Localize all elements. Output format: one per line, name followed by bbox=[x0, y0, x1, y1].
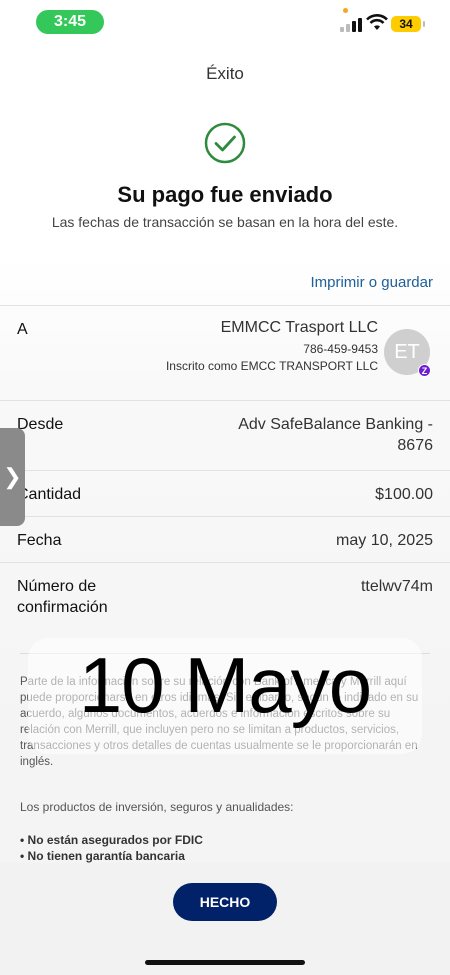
wifi-icon bbox=[366, 14, 388, 30]
confirmation-number-value: ttelwv74m bbox=[360, 578, 433, 595]
detail-row-to: A EMMCC Trasport LLC 786-459-9453 Inscri… bbox=[0, 305, 450, 389]
investment-disclaimer-heading: Los productos de inversión, seguros y an… bbox=[20, 800, 294, 814]
date-label: Fecha bbox=[17, 532, 62, 549]
payee-phone: 786-459-9453 bbox=[303, 342, 378, 356]
date-value: may 10, 2025 bbox=[336, 532, 433, 549]
status-bar: 3:45 34 bbox=[0, 0, 450, 48]
amount-value: $100.00 bbox=[375, 486, 433, 503]
done-button[interactable]: HECHO bbox=[173, 883, 277, 921]
confirmation-headline: Su pago fue enviado bbox=[117, 182, 333, 207]
print-or-save-link[interactable]: Imprimir o guardar bbox=[310, 274, 433, 291]
footer: HECHO bbox=[0, 863, 450, 975]
confirmation-number-label: Número de confirmación bbox=[17, 578, 108, 616]
camera-indicator-icon bbox=[343, 8, 348, 13]
date-overlay-text: 10 Mayo bbox=[78, 641, 372, 729]
payee-enrolled-name: Inscrito como EMCC TRANSPORT LLC bbox=[165, 359, 378, 373]
payee-name: EMMCC Trasport LLC bbox=[220, 319, 378, 336]
detail-row-date: Fecha may 10, 2025 bbox=[0, 516, 450, 562]
detail-row-from: Desde Adv SafeBalance Banking - 8676 bbox=[0, 400, 450, 470]
investment-disclaimer-list: • No están asegurados por FDIC • No tien… bbox=[20, 832, 203, 863]
status-time: 3:45 bbox=[36, 10, 104, 34]
battery-icon: 34 bbox=[391, 16, 425, 32]
amount-label: Cantidad bbox=[17, 486, 82, 503]
page-title: Éxito bbox=[206, 64, 244, 83]
detail-row-confirmation: Número de confirmación ttelwv74m bbox=[0, 562, 450, 632]
cellular-signal-icon bbox=[340, 18, 364, 32]
zelle-icon: Z bbox=[418, 364, 431, 377]
timezone-note: Las fechas de transacción se basan en la… bbox=[51, 214, 399, 230]
home-indicator[interactable] bbox=[145, 960, 305, 965]
from-account: Adv SafeBalance Banking - 8676 bbox=[238, 416, 433, 454]
success-check-icon bbox=[204, 122, 246, 164]
payment-confirmation: Éxito Su pago fue enviado Las fechas de … bbox=[0, 48, 450, 863]
detail-row-amount: Cantidad $100.00 bbox=[0, 470, 450, 516]
list-item: • No están asegurados por FDIC bbox=[20, 833, 203, 847]
to-label: A bbox=[17, 321, 28, 338]
side-panel-handle[interactable]: ❯ bbox=[0, 428, 25, 526]
list-item: • No tienen garantía bancaria bbox=[20, 849, 185, 863]
